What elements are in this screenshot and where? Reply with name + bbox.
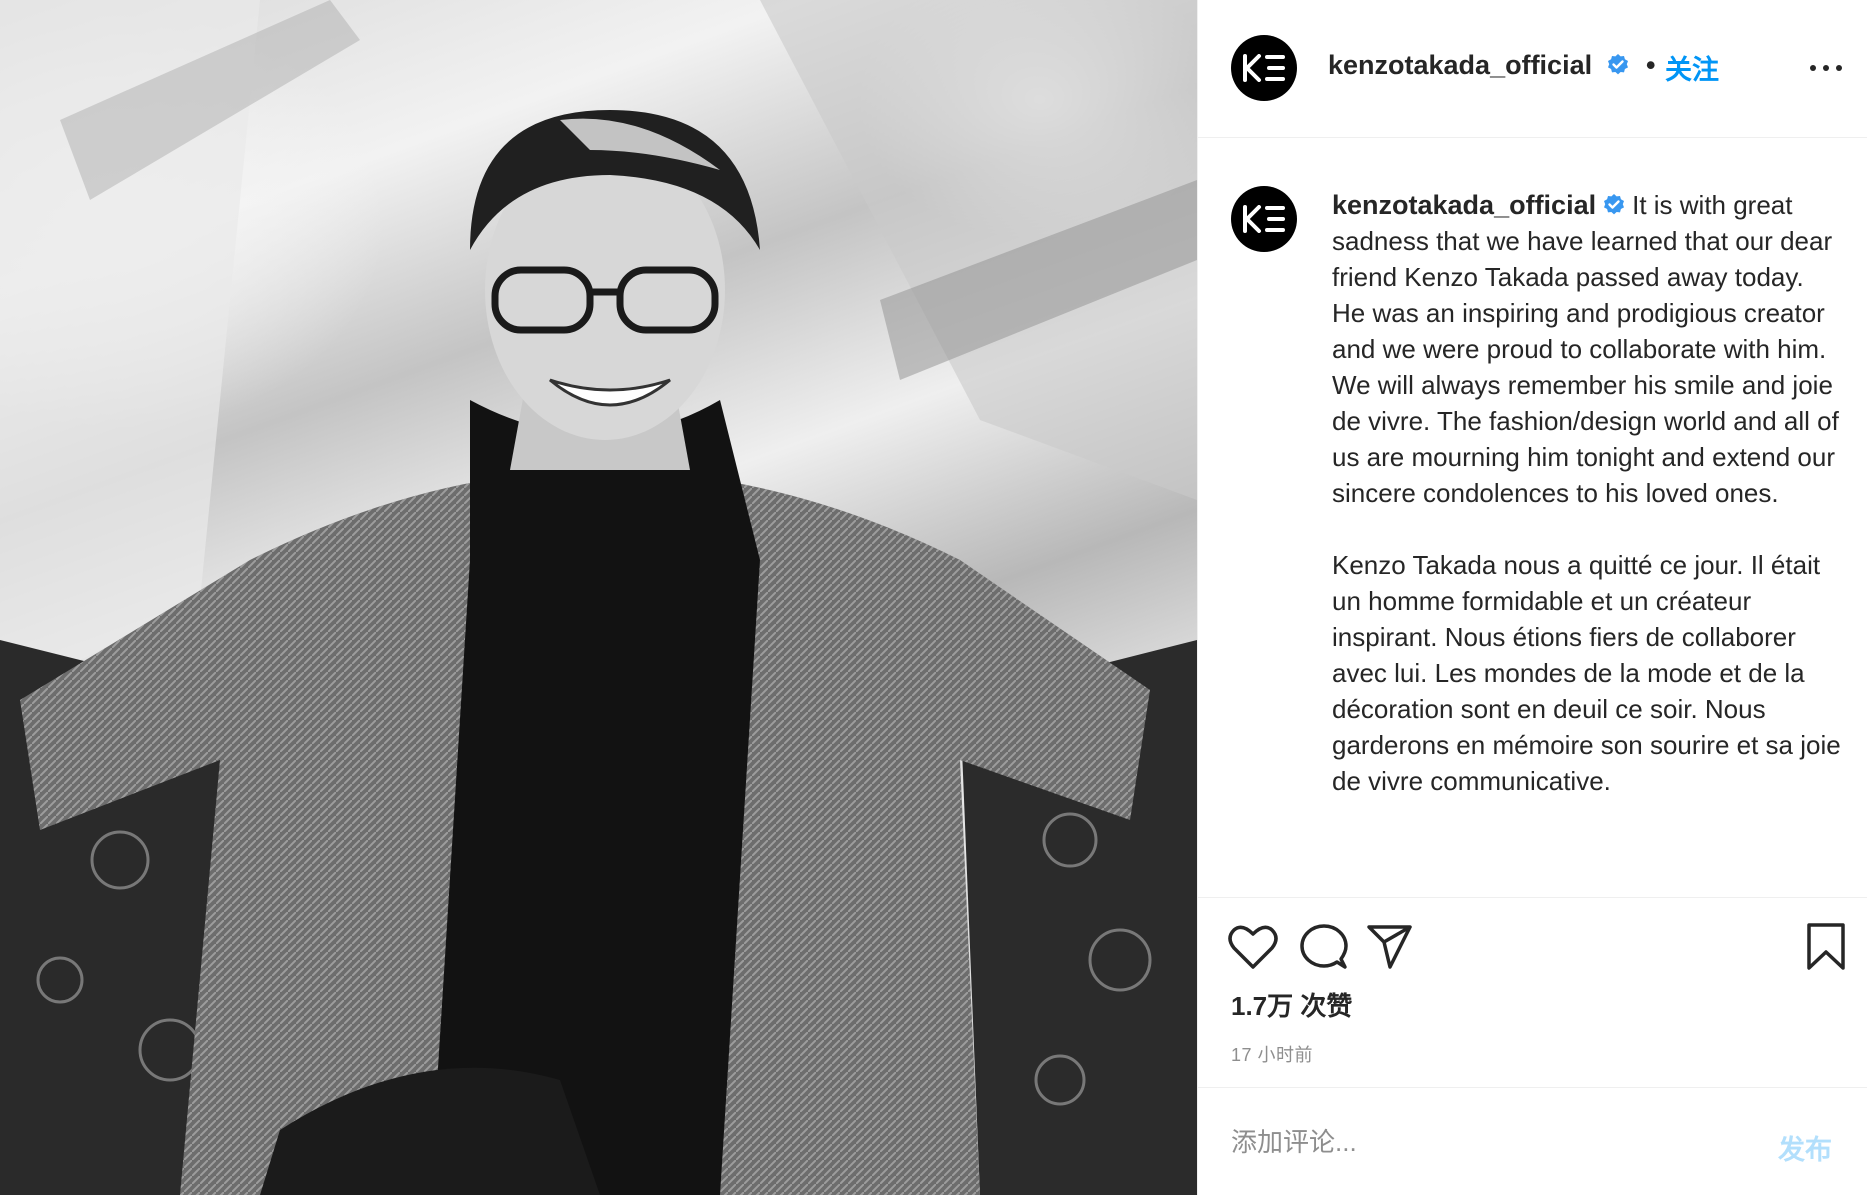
kenzo-logo-icon bbox=[1243, 54, 1285, 82]
post-photo[interactable] bbox=[0, 0, 1197, 1195]
kenzo-logo-icon bbox=[1243, 205, 1285, 233]
post-comment-button[interactable]: 发布 bbox=[1778, 1128, 1832, 1167]
caption-area[interactable]: kenzotakada_official It is with great sa… bbox=[1198, 139, 1867, 896]
portrait-image bbox=[0, 0, 1197, 1195]
caption-avatar[interactable] bbox=[1231, 186, 1297, 252]
like-count[interactable]: 1.7万 次赞 bbox=[1231, 986, 1352, 1023]
more-options-icon[interactable] bbox=[1806, 52, 1846, 82]
share-icon[interactable] bbox=[1366, 924, 1414, 970]
separator-dot: • bbox=[1646, 50, 1656, 80]
bookmark-icon[interactable] bbox=[1806, 922, 1846, 972]
verified-badge-icon bbox=[1607, 54, 1628, 75]
post-caption: kenzotakada_official It is with great sa… bbox=[1332, 187, 1842, 799]
heart-icon[interactable] bbox=[1228, 924, 1278, 970]
follow-button[interactable]: 关注 bbox=[1665, 48, 1719, 87]
caption-text-english: It is with great sadness that we have le… bbox=[1332, 190, 1839, 508]
caption-username[interactable]: kenzotakada_official bbox=[1332, 190, 1632, 220]
post-timestamp[interactable]: 17 小时前 bbox=[1231, 1041, 1313, 1067]
post-header: kenzotakada_official • 关注 bbox=[1198, 0, 1867, 138]
comment-bar: 发布 bbox=[1198, 1087, 1867, 1195]
comment-icon[interactable] bbox=[1300, 923, 1348, 971]
caption-text-french: Kenzo Takada nous a quitté ce jour. Il é… bbox=[1332, 550, 1841, 796]
verified-badge-icon bbox=[1604, 194, 1625, 215]
post-actions: 1.7万 次赞 17 小时前 bbox=[1198, 897, 1867, 1087]
post-detail-panel: kenzotakada_official • 关注 kenzotakada_of… bbox=[1197, 0, 1867, 1195]
comment-input[interactable] bbox=[1231, 1120, 1701, 1164]
post-author-username[interactable]: kenzotakada_official bbox=[1328, 50, 1630, 81]
avatar[interactable] bbox=[1231, 35, 1297, 101]
